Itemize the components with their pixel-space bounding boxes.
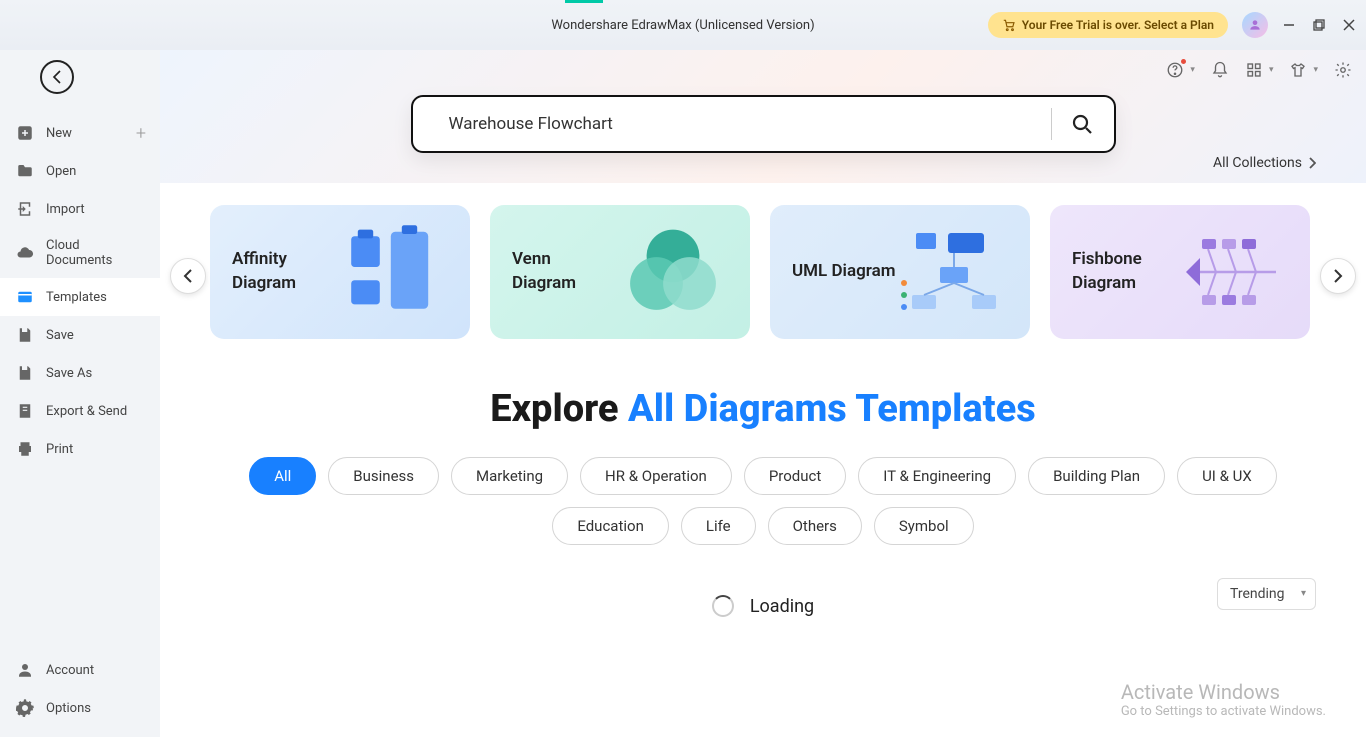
- chevron-right-icon: [1308, 157, 1316, 169]
- carousel-prev[interactable]: [170, 258, 206, 294]
- template-card-affinity[interactable]: Affinity Diagram: [210, 205, 470, 339]
- loading-indicator: Loading: [160, 595, 1366, 617]
- sidebar-item-new[interactable]: New +: [0, 114, 160, 152]
- avatar[interactable]: [1242, 12, 1268, 38]
- fishbone-illustration: [1178, 227, 1288, 317]
- sidebar-item-label: Import: [46, 202, 85, 217]
- carousel-next[interactable]: [1320, 258, 1356, 294]
- sidebar-item-save[interactable]: Save: [0, 316, 160, 354]
- chip-hr[interactable]: HR & Operation: [580, 457, 732, 495]
- template-card-uml[interactable]: UML Diagram: [770, 205, 1030, 339]
- folder-icon: [16, 162, 34, 180]
- sidebar-item-templates[interactable]: Templates: [0, 278, 160, 316]
- spinner-icon: [712, 595, 734, 617]
- template-card-venn[interactable]: Venn Diagram: [490, 205, 750, 339]
- search-box: [411, 95, 1116, 153]
- save-icon: [16, 326, 34, 344]
- shirt-icon[interactable]: [1289, 61, 1307, 79]
- category-chips: All Business Marketing HR & Operation Pr…: [220, 457, 1306, 545]
- sidebar-item-label: Save As: [46, 366, 92, 381]
- gear-icon[interactable]: [1334, 61, 1352, 79]
- chevron-down-icon[interactable]: ▾: [1269, 65, 1274, 75]
- chip-all[interactable]: All: [249, 457, 316, 495]
- save-as-icon: [16, 364, 34, 382]
- minimize-button[interactable]: [1282, 18, 1296, 32]
- bell-icon[interactable]: [1211, 61, 1229, 79]
- sidebar: New + Open Import Cloud Documents Templa…: [0, 50, 160, 737]
- notification-dot: [1181, 59, 1186, 64]
- search-icon: [1070, 112, 1094, 136]
- user-icon: [16, 661, 34, 679]
- add-icon[interactable]: +: [136, 123, 146, 144]
- sidebar-item-open[interactable]: Open: [0, 152, 160, 190]
- sidebar-item-label: Print: [46, 442, 73, 457]
- sidebar-item-export[interactable]: Export & Send: [0, 392, 160, 430]
- card-label: Venn Diagram: [512, 248, 618, 296]
- gear-icon: [16, 699, 34, 717]
- import-icon: [16, 200, 34, 218]
- search-button[interactable]: [1070, 112, 1094, 136]
- chip-it[interactable]: IT & Engineering: [858, 457, 1016, 495]
- plus-square-icon: [16, 124, 34, 142]
- sidebar-item-label: Open: [46, 164, 76, 179]
- sidebar-item-options[interactable]: Options: [0, 689, 160, 727]
- card-label: Fishbone Diagram: [1072, 248, 1178, 296]
- explore-heading: Explore All Diagrams Templates: [160, 387, 1366, 431]
- close-button[interactable]: [1342, 18, 1356, 32]
- sidebar-item-label: Save: [46, 328, 74, 343]
- chip-life[interactable]: Life: [681, 507, 756, 545]
- sidebar-item-saveas[interactable]: Save As: [0, 354, 160, 392]
- chip-business[interactable]: Business: [328, 457, 439, 495]
- back-button[interactable]: [40, 60, 74, 94]
- cloud-icon: [16, 244, 34, 262]
- print-icon: [16, 440, 34, 458]
- chip-symbol[interactable]: Symbol: [874, 507, 974, 545]
- sidebar-item-label: Options: [46, 701, 91, 716]
- trial-text: Your Free Trial is over. Select a Plan: [1022, 18, 1214, 32]
- sidebar-item-account[interactable]: Account: [0, 651, 160, 689]
- chip-marketing[interactable]: Marketing: [451, 457, 568, 495]
- sidebar-item-print[interactable]: Print: [0, 430, 160, 468]
- chevron-down-icon[interactable]: ▾: [1190, 65, 1195, 75]
- uml-illustration: [898, 227, 1008, 317]
- sidebar-item-cloud[interactable]: Cloud Documents: [0, 228, 160, 278]
- tab-accent: [565, 0, 603, 3]
- sidebar-item-label: New: [46, 126, 72, 141]
- affinity-illustration: [338, 227, 448, 317]
- sidebar-item-label: Templates: [46, 290, 107, 305]
- divider: [1051, 108, 1052, 140]
- trial-badge[interactable]: Your Free Trial is over. Select a Plan: [988, 12, 1228, 38]
- content-area: All Collections Affinity Diagram Venn Di…: [160, 50, 1366, 737]
- user-icon: [1248, 18, 1262, 32]
- sidebar-item-import[interactable]: Import: [0, 190, 160, 228]
- cart-icon: [1002, 18, 1016, 32]
- sort-select[interactable]: Trending: [1217, 578, 1316, 610]
- sidebar-item-label: Cloud Documents: [46, 238, 144, 268]
- windows-watermark: Activate Windows Go to Settings to activ…: [1121, 680, 1326, 719]
- search-input[interactable]: [449, 114, 1033, 134]
- card-label: UML Diagram: [792, 260, 898, 284]
- chip-others[interactable]: Others: [768, 507, 862, 545]
- all-collections-link[interactable]: All Collections: [1213, 155, 1316, 171]
- chip-product[interactable]: Product: [744, 457, 846, 495]
- app-title: Wondershare EdrawMax (Unlicensed Version…: [551, 18, 814, 33]
- export-icon: [16, 402, 34, 420]
- sidebar-item-label: Account: [46, 663, 94, 678]
- help-icon[interactable]: [1166, 61, 1184, 79]
- maximize-button[interactable]: [1312, 18, 1326, 32]
- chip-uiux[interactable]: UI & UX: [1177, 457, 1277, 495]
- template-card-fishbone[interactable]: Fishbone Diagram: [1050, 205, 1310, 339]
- chip-education[interactable]: Education: [552, 507, 669, 545]
- chip-building[interactable]: Building Plan: [1028, 457, 1165, 495]
- venn-illustration: [618, 227, 728, 317]
- apps-icon[interactable]: [1245, 61, 1263, 79]
- card-label: Affinity Diagram: [232, 248, 338, 296]
- templates-icon: [16, 288, 34, 306]
- sidebar-item-label: Export & Send: [46, 404, 127, 419]
- chevron-down-icon[interactable]: ▾: [1313, 65, 1318, 75]
